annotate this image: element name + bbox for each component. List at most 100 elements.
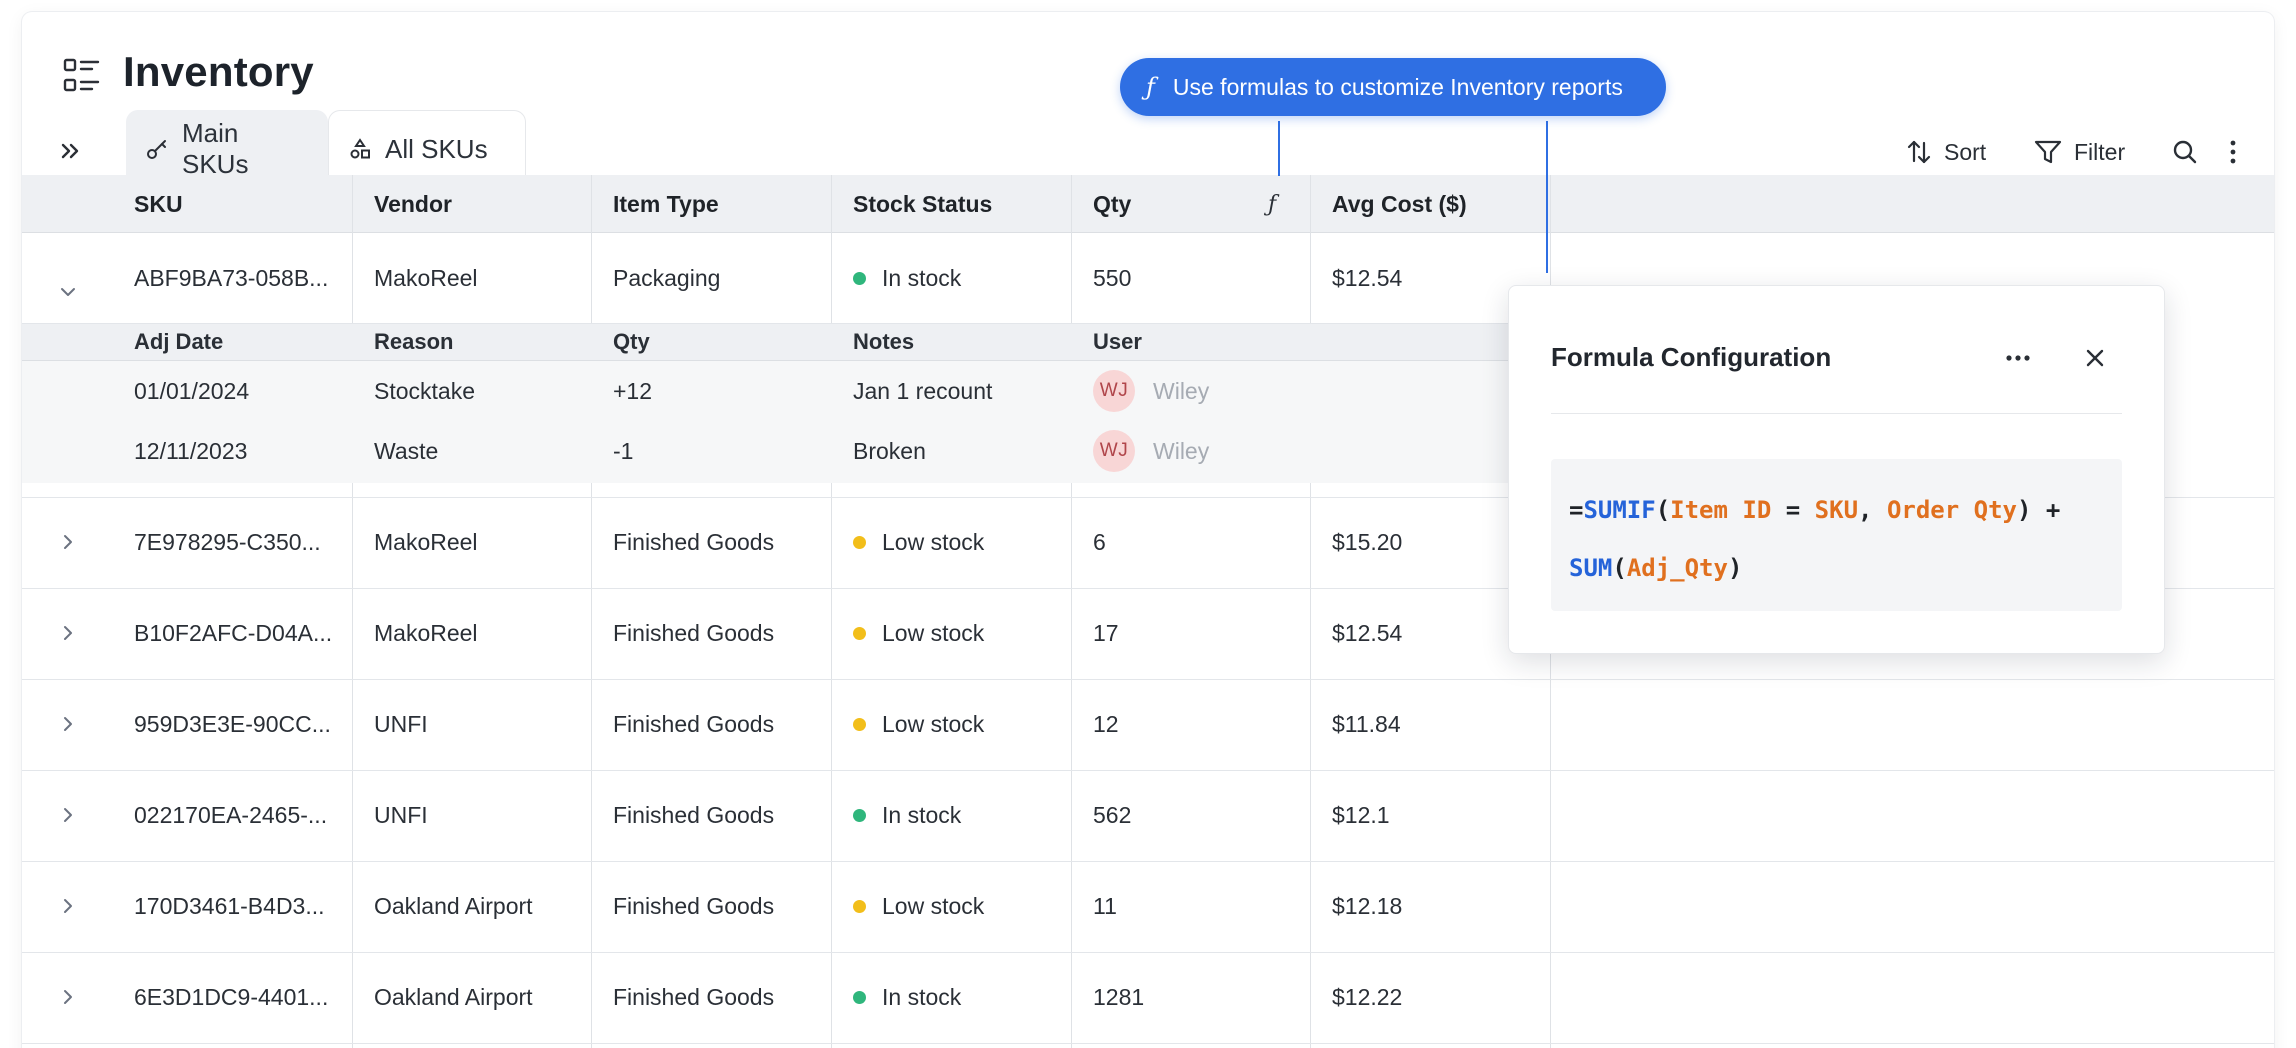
chevron-down-icon <box>61 288 75 296</box>
qty-cell[interactable]: 1281 <box>1093 952 1144 1043</box>
qty-cell[interactable]: 6 <box>1093 497 1106 588</box>
formula-token-op: = <box>1771 496 1815 524</box>
vendor-cell[interactable]: Oakland Airport <box>374 952 533 1043</box>
stock-status-cell[interactable]: Low stock <box>853 497 984 588</box>
stock-status-cell[interactable]: Low stock <box>853 679 984 770</box>
avg-cost-cell[interactable]: $12.54 <box>1332 588 1402 679</box>
adj-date-cell[interactable]: 12/11/2023 <box>134 421 247 481</box>
sku-cell[interactable]: 6E3D1DC9-4401... <box>134 952 328 1043</box>
user-name: Wiley <box>1153 437 1210 464</box>
adj-qty-cell[interactable]: -1 <box>613 421 633 481</box>
column-divider <box>831 175 832 1048</box>
expand-row-button[interactable] <box>56 530 80 554</box>
formula-token-op: ) + <box>2016 496 2061 524</box>
formula-token-op: , <box>1858 496 1887 524</box>
sku-cell[interactable]: B10F2AFC-D04A... <box>134 588 332 679</box>
stock-status-cell[interactable]: In stock <box>853 770 961 861</box>
adj-user-cell[interactable]: WJ Wiley <box>1093 421 1209 481</box>
vendor-cell[interactable]: MakoReel <box>374 497 478 588</box>
close-button[interactable] <box>2077 340 2113 376</box>
sku-cell[interactable]: 959D3E3E-90CC... <box>134 679 331 770</box>
column-header-qty[interactable]: Qty <box>1093 175 1131 233</box>
formula-token-op: ( <box>1612 554 1627 582</box>
item-type-cell[interactable]: Finished Goods <box>613 497 774 588</box>
panel-divider <box>1551 413 2122 414</box>
row-divider <box>22 952 2274 953</box>
adj-date-cell[interactable]: 01/01/2024 <box>134 361 249 421</box>
vendor-cell[interactable]: Oakland Airport <box>374 861 533 952</box>
adj-notes-cell[interactable]: Jan 1 recount <box>853 361 992 421</box>
avg-cost-cell[interactable]: $12.22 <box>1332 952 1402 1043</box>
column-header-stock-status[interactable]: Stock Status <box>853 175 992 233</box>
avatar: WJ <box>1093 370 1135 412</box>
qty-cell[interactable]: 17 <box>1093 588 1119 679</box>
adj-reason-cell[interactable]: Stocktake <box>374 361 475 421</box>
filter-button[interactable]: Filter <box>2034 134 2125 170</box>
panel-more-button[interactable] <box>2000 340 2036 376</box>
panel-title: Formula Configuration <box>1551 342 1832 372</box>
avg-cost-cell[interactable]: $11.84 <box>1332 679 1401 770</box>
stock-status-cell[interactable]: Low stock <box>853 861 984 952</box>
qty-cell[interactable]: 562 <box>1093 770 1131 861</box>
item-type-cell[interactable]: Finished Goods <box>613 770 774 861</box>
status-label: In stock <box>882 802 962 828</box>
avg-cost-cell[interactable]: $15.20 <box>1332 497 1402 588</box>
adj-qty-cell[interactable]: +12 <box>613 361 652 421</box>
item-type-cell[interactable]: Finished Goods <box>613 952 774 1043</box>
shapes-icon <box>349 138 371 160</box>
key-icon <box>146 138 168 160</box>
vendor-cell[interactable]: UNFI <box>374 770 428 861</box>
stock-status-cell[interactable]: Low stock <box>853 588 984 679</box>
avg-cost-cell[interactable]: $12.1 <box>1332 770 1390 861</box>
sku-cell[interactable]: 7E978295-C350... <box>134 497 321 588</box>
adj-notes-cell[interactable]: Broken <box>853 421 926 481</box>
collapse-row-button[interactable] <box>56 280 80 304</box>
expand-row-button[interactable] <box>56 803 80 827</box>
expand-row-button[interactable] <box>56 894 80 918</box>
formula-column-icon[interactable]: ƒ <box>1268 175 1276 233</box>
status-dot <box>853 900 866 913</box>
column-header-item-type[interactable]: Item Type <box>613 175 719 233</box>
adj-user-cell[interactable]: WJ Wiley <box>1093 361 1209 421</box>
item-type-cell[interactable]: Finished Goods <box>613 861 774 952</box>
subcolumn-header-qty: Qty <box>613 329 650 354</box>
sku-cell[interactable]: 170D3461-B4D3... <box>134 861 325 952</box>
row-divider <box>22 1043 2274 1044</box>
qty-cell[interactable]: 12 <box>1093 679 1119 770</box>
expand-panel-button[interactable] <box>55 136 85 166</box>
page-title: Inventory <box>123 48 314 95</box>
column-header-sku[interactable]: SKU <box>134 175 183 233</box>
formula-line: =SUMIF(Item ID = SKU, Order Qty) + <box>1569 481 2104 539</box>
column-header-vendor[interactable]: Vendor <box>374 175 452 233</box>
sku-cell[interactable]: 022170EA-2465-... <box>134 770 327 861</box>
item-type-cell[interactable]: Finished Goods <box>613 588 774 679</box>
adj-reason-cell[interactable]: Waste <box>374 421 438 481</box>
column-divider <box>352 175 353 1048</box>
stock-status-cell[interactable]: In stock <box>853 952 961 1043</box>
qty-cell[interactable]: 550 <box>1093 233 1131 323</box>
status-dot <box>853 718 866 731</box>
expand-row-button[interactable] <box>56 712 80 736</box>
avg-cost-cell[interactable]: $12.18 <box>1332 861 1402 952</box>
expand-row-button[interactable] <box>56 621 80 645</box>
avg-cost-cell[interactable]: $12.54 <box>1332 233 1402 323</box>
formula-callout[interactable]: ƒ Use formulas to customize Inventory re… <box>1120 58 1666 116</box>
vendor-cell[interactable]: MakoReel <box>374 588 478 679</box>
sku-cell[interactable]: ABF9BA73-058B... <box>134 233 328 323</box>
formula-token-arg: SKU <box>1814 496 1859 524</box>
formula-token-fn: SUM <box>1569 554 1613 582</box>
item-type-cell[interactable]: Finished Goods <box>613 679 774 770</box>
qty-cell[interactable]: 11 <box>1093 861 1117 952</box>
stock-status-cell[interactable]: In stock <box>853 233 961 323</box>
vendor-cell[interactable]: MakoReel <box>374 233 478 323</box>
search-button[interactable] <box>2172 134 2198 170</box>
status-dot <box>853 271 866 285</box>
column-header-avg-cost[interactable]: Avg Cost ($) <box>1332 175 1467 233</box>
subcolumn-header-adj-date: Adj Date <box>134 329 224 354</box>
item-type-cell[interactable]: Packaging <box>613 233 720 323</box>
expand-row-button[interactable] <box>56 985 80 1009</box>
formula-editor[interactable]: =SUMIF(Item ID = SKU, Order Qty) + SUM(A… <box>1551 459 2122 611</box>
more-options-button[interactable] <box>2228 134 2238 170</box>
vendor-cell[interactable]: UNFI <box>374 679 428 770</box>
sort-button[interactable]: Sort <box>1906 134 1986 170</box>
